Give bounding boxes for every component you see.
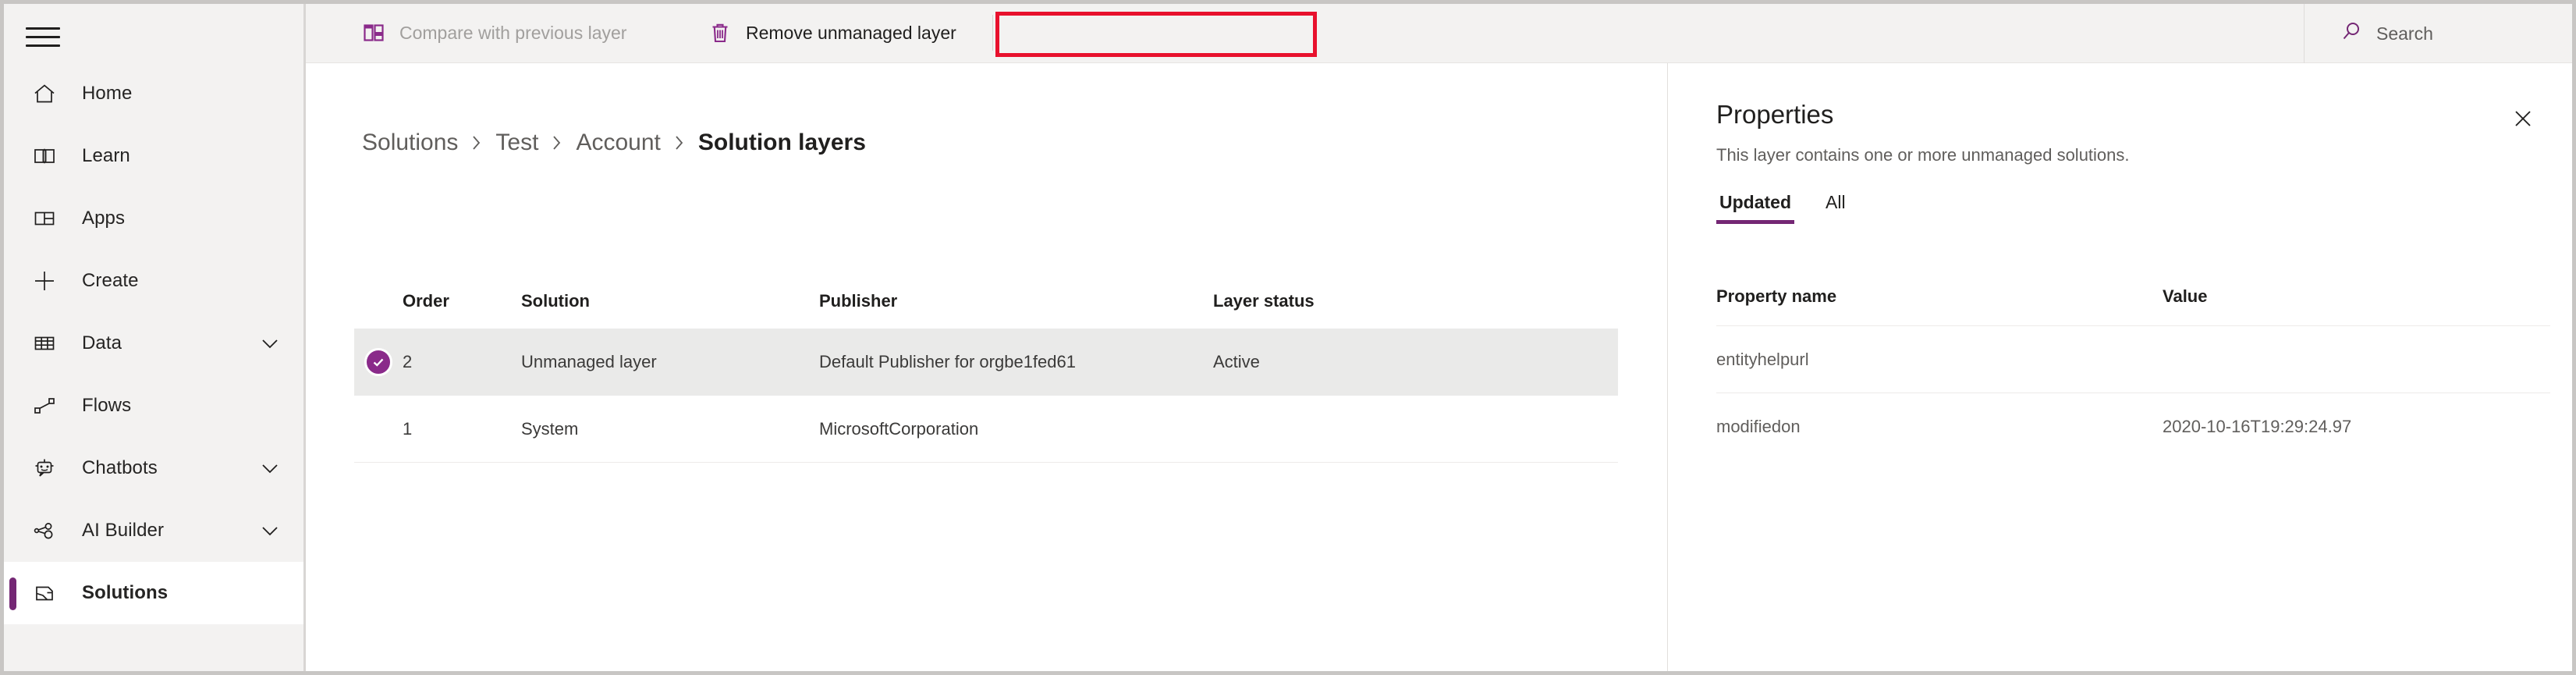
- breadcrumb-item-account[interactable]: Account: [576, 130, 660, 156]
- compare-button-label: Compare with previous layer: [399, 22, 627, 43]
- annotation-highlight-box: [995, 12, 1317, 57]
- book-icon: [24, 144, 65, 168]
- tab-updated[interactable]: Updated: [1716, 192, 1794, 224]
- sidebar-item-label: Home: [82, 83, 133, 104]
- cell-solution: Unmanaged layer: [521, 352, 657, 371]
- compare-with-previous-layer-button[interactable]: Compare with previous layer: [346, 10, 640, 55]
- sidebar-item-label: AI Builder: [82, 520, 165, 541]
- breadcrumb: Solutions Test Account Solution layers: [362, 130, 866, 156]
- sidebar-item-data[interactable]: Data: [4, 312, 303, 375]
- remove-unmanaged-layer-button[interactable]: Remove unmanaged layer: [693, 10, 970, 55]
- search-label: Search: [2376, 23, 2433, 44]
- properties-header-row: Property name Value: [1716, 268, 2550, 325]
- flow-icon: [24, 394, 65, 417]
- breadcrumb-item-test[interactable]: Test: [495, 130, 538, 156]
- sidebar-item-label: Flows: [82, 395, 132, 416]
- table-row[interactable]: 2 Unmanaged layer Default Publisher for …: [354, 329, 1618, 396]
- column-header-publisher[interactable]: Publisher: [819, 291, 1213, 311]
- breadcrumb-separator-icon: [673, 133, 686, 153]
- breadcrumb-separator-icon: [470, 133, 483, 153]
- hamburger-bar: [26, 44, 60, 47]
- properties-panel-subtitle: This layer contains one or more unmanage…: [1716, 145, 2130, 165]
- trash-icon: [707, 21, 733, 44]
- column-header-property-name: Property name: [1716, 286, 1837, 306]
- cell-solution: System: [521, 418, 579, 439]
- sidebar-item-ai-builder[interactable]: AI Builder: [4, 499, 303, 562]
- apps-grid-icon: [24, 207, 65, 230]
- plus-icon: [24, 269, 65, 293]
- table-row[interactable]: 1 System MicrosoftCorporation: [354, 396, 1618, 463]
- cell-property-name: modifiedon: [1716, 416, 1801, 436]
- checkmark-icon: [364, 348, 392, 376]
- robot-icon: [24, 457, 65, 480]
- column-header-order[interactable]: Order: [403, 291, 521, 311]
- breadcrumb-separator-icon: [551, 133, 563, 153]
- sidebar-item-learn[interactable]: Learn: [4, 125, 303, 187]
- table-header-row: Order Solution Publisher Layer status: [354, 274, 1618, 329]
- sidebar-item-label: Create: [82, 270, 139, 291]
- ai-nodes-icon: [24, 519, 65, 542]
- sidebar-item-label: Solutions: [82, 582, 169, 603]
- command-bar-divider: [992, 15, 993, 51]
- sidebar-item-home[interactable]: Home: [4, 62, 303, 125]
- sidebar-item-label: Data: [82, 332, 122, 353]
- cell-property-value: 2020-10-16T19:29:24.97: [2163, 416, 2352, 436]
- property-row: modifiedon 2020-10-16T19:29:24.97: [1716, 393, 2550, 460]
- properties-panel: Properties This layer contains one or mo…: [1667, 63, 2572, 671]
- cell-publisher: Default Publisher for orgbe1fed61: [819, 352, 1076, 371]
- cell-publisher: MicrosoftCorporation: [819, 418, 979, 439]
- solutions-icon: [24, 581, 65, 605]
- app-window: Home Learn Apps Create Data Flows Chatbo…: [0, 0, 2576, 675]
- solution-layers-table: Order Solution Publisher Layer status 2 …: [354, 274, 1618, 463]
- sidebar: Home Learn Apps Create Data Flows Chatbo…: [4, 4, 306, 671]
- compare-layers-icon: [360, 22, 387, 44]
- chevron-down-icon[interactable]: [260, 333, 280, 353]
- sidebar-item-chatbots[interactable]: Chatbots: [4, 437, 303, 499]
- sidebar-item-label: Learn: [82, 145, 130, 166]
- main-content: Solutions Test Account Solution layers O…: [306, 63, 1667, 671]
- properties-tabs: Updated All: [1716, 192, 1877, 224]
- breadcrumb-item-solutions[interactable]: Solutions: [362, 130, 458, 156]
- column-header-layer-status[interactable]: Layer status: [1213, 291, 1447, 311]
- sidebar-item-flows[interactable]: Flows: [4, 375, 303, 437]
- properties-panel-title: Properties: [1716, 100, 1834, 129]
- hamburger-bar: [26, 27, 60, 30]
- page-title: Solution layers: [697, 130, 866, 155]
- cell-order: 2: [403, 352, 413, 371]
- sidebar-item-label: Apps: [82, 208, 126, 229]
- search-icon: [2340, 20, 2364, 48]
- command-bar: Compare with previous layer Remove unman…: [306, 4, 2572, 63]
- hamburger-bar: [26, 35, 60, 38]
- sidebar-item-create[interactable]: Create: [4, 250, 303, 312]
- hamburger-menu-icon[interactable]: [21, 21, 65, 52]
- sidebar-nav-list: Home Learn Apps Create Data Flows Chatbo…: [4, 62, 303, 624]
- cell-property-name: entityhelpurl: [1716, 349, 1809, 369]
- search-box[interactable]: Search: [2304, 4, 2572, 63]
- active-indicator: [9, 577, 16, 610]
- home-icon: [24, 82, 65, 105]
- cell-order: 1: [403, 418, 413, 439]
- chevron-down-icon[interactable]: [260, 458, 280, 478]
- properties-table: Property name Value entityhelpurl modifi…: [1716, 268, 2550, 460]
- cell-layer-status: Active: [1213, 352, 1260, 371]
- tab-all[interactable]: All: [1822, 192, 1849, 224]
- column-header-value: Value: [2163, 286, 2208, 306]
- sidebar-item-label: Chatbots: [82, 457, 158, 478]
- column-header-solution[interactable]: Solution: [521, 291, 819, 311]
- sidebar-item-solutions[interactable]: Solutions: [4, 562, 303, 624]
- remove-button-label: Remove unmanaged layer: [746, 22, 956, 43]
- table-icon: [24, 332, 65, 355]
- row-selection-checkbox[interactable]: [354, 348, 403, 376]
- sidebar-item-apps[interactable]: Apps: [4, 187, 303, 250]
- property-row: entityhelpurl: [1716, 325, 2550, 393]
- close-icon[interactable]: [2507, 102, 2539, 135]
- chevron-down-icon[interactable]: [260, 520, 280, 541]
